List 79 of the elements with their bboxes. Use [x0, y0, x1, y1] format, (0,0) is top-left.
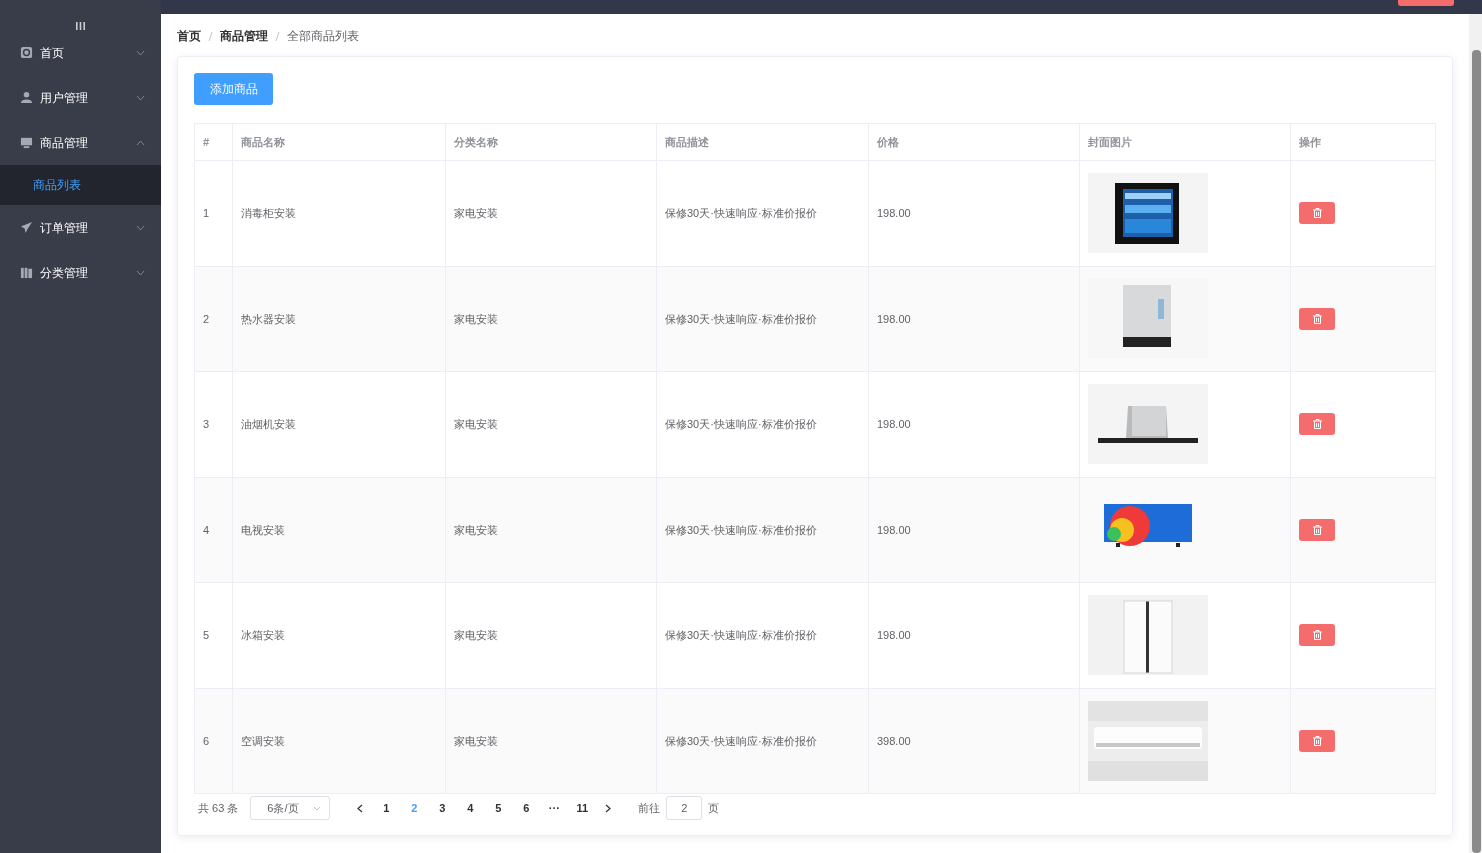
books-icon — [20, 266, 33, 279]
previous-page-icon — [357, 803, 364, 813]
table-cell: 保修30天·快速响应·标准价报价 — [656, 582, 869, 688]
trash-icon — [1312, 208, 1322, 219]
page-button[interactable]: ··· — [540, 799, 569, 817]
monitor-icon — [20, 136, 33, 149]
delete-button[interactable] — [1299, 729, 1335, 752]
home-icon — [20, 46, 33, 59]
table-cell: 5 — [194, 582, 233, 688]
table-cell: 保修30天·快速响应·标准价报价 — [656, 266, 869, 372]
table-cell: 保修30天·快速响应·标准价报价 — [656, 371, 869, 477]
table-cell: 1 — [194, 160, 233, 266]
page-button[interactable]: 3 — [428, 799, 457, 817]
table-cell: 家电安装 — [445, 160, 657, 266]
page-suffix: 页 — [708, 800, 720, 816]
delete-button[interactable] — [1299, 202, 1335, 225]
table-cell: 保修30天·快速响应·标准价报价 — [656, 688, 869, 794]
sidebar-item[interactable]: 订单管理 — [0, 205, 161, 250]
trash-icon — [1312, 313, 1322, 324]
table-cell: 家电安装 — [445, 477, 657, 583]
page-input[interactable]: 2 — [666, 796, 703, 820]
table-cell: 家电安装 — [445, 688, 657, 794]
trash-icon — [1312, 735, 1322, 746]
sidebar-item[interactable]: 用户管理 — [0, 75, 161, 120]
table-cell: 冰箱安装 — [232, 582, 446, 688]
trash-icon — [1312, 630, 1322, 641]
table-cell: 空调安装 — [232, 688, 446, 794]
breadcrumb-link[interactable]: 首页 — [177, 27, 201, 45]
column-header: 操作 — [1290, 123, 1436, 161]
table-cell: 198.00 — [868, 160, 1080, 266]
table-cell: 保修30天·快速响应·标准价报价 — [656, 477, 869, 583]
scrollbar[interactable] — [1469, 14, 1482, 853]
goto-label: 前往 — [638, 800, 661, 816]
column-header: 商品描述 — [656, 123, 869, 161]
table-cell: 油烟机安装 — [232, 371, 446, 477]
page-button[interactable]: 11 — [568, 799, 597, 817]
user-icon — [20, 91, 33, 104]
delete-button[interactable] — [1299, 413, 1335, 436]
total-count: 共 63 条 — [198, 800, 239, 816]
submenu-item[interactable]: 商品列表 — [0, 165, 161, 205]
page-size-select[interactable]: 6条/页 — [250, 796, 331, 820]
table-cell: 6 — [194, 688, 233, 794]
page-button[interactable]: 4 — [456, 799, 485, 817]
breadcrumb-link[interactable]: 商品管理 — [220, 27, 268, 45]
column-header: 商品名称 — [232, 123, 446, 161]
table-cell: 家电安装 — [445, 266, 657, 372]
trash-icon — [1312, 524, 1322, 535]
table-cell: 198.00 — [868, 371, 1080, 477]
sidebar-item[interactable]: 首页 — [0, 30, 161, 75]
column-header: 分类名称 — [445, 123, 657, 161]
page-button[interactable]: 5 — [484, 799, 513, 817]
column-header: 价格 — [868, 123, 1080, 161]
table-cell: 2 — [194, 266, 233, 372]
sidebar-item[interactable]: 分类管理 — [0, 250, 161, 295]
table-cell: 消毒柜安装 — [232, 160, 446, 266]
delete-button[interactable] — [1299, 624, 1335, 647]
sidebar-item[interactable]: 商品管理 — [0, 120, 161, 165]
next-page-icon — [605, 803, 612, 813]
caret-icon — [313, 805, 322, 811]
table-cell: 198.00 — [868, 477, 1080, 583]
table-cell: 电视安装 — [232, 477, 446, 583]
table-cell: 3 — [194, 371, 233, 477]
table-cell: 保修30天·快速响应·标准价报价 — [656, 160, 869, 266]
column-header: 封面图片 — [1079, 123, 1291, 161]
table-cell: 398.00 — [868, 688, 1080, 794]
table-cell: 热水器安装 — [232, 266, 446, 372]
menu-icon[interactable] — [76, 22, 85, 30]
delete-button[interactable] — [1299, 307, 1335, 330]
trash-icon — [1312, 419, 1322, 430]
table-cell: 家电安装 — [445, 582, 657, 688]
delete-button[interactable] — [1299, 518, 1335, 541]
paper-plane-icon — [20, 221, 33, 234]
page-button[interactable]: 6 — [512, 799, 541, 817]
page-button[interactable]: 1 — [372, 799, 401, 817]
table-cell: 4 — [194, 477, 233, 583]
table-cell: 家电安装 — [445, 371, 657, 477]
table-cell: 198.00 — [868, 266, 1080, 372]
column-header: # — [194, 123, 233, 161]
table-cell: 198.00 — [868, 582, 1080, 688]
